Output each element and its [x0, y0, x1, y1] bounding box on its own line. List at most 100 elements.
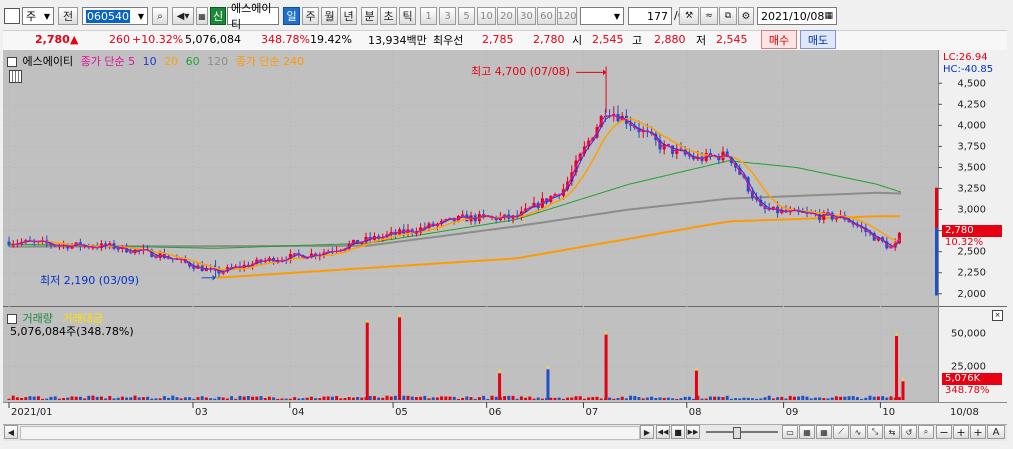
date-input[interactable]: 2021/10/08 ▦ — [757, 7, 837, 25]
volume-bar — [162, 396, 166, 400]
interval-30-button[interactable]: 30 — [517, 7, 536, 25]
reset-button[interactable]: ↺ — [901, 425, 917, 439]
volume-bar — [305, 397, 309, 400]
compare-button[interactable]: ⇆ — [884, 425, 900, 439]
lc-value: LC:26.94 — [943, 52, 988, 63]
chart-toggle-icon[interactable] — [9, 70, 22, 83]
interval-20-button[interactable]: 20 — [497, 7, 516, 25]
settings-button[interactable]: ⚙ — [738, 7, 754, 25]
period-day-button[interactable]: 일 — [283, 7, 300, 25]
zoom-slider-thumb[interactable] — [733, 427, 741, 439]
volume-bar — [200, 396, 204, 400]
volume-bar — [717, 396, 721, 400]
volume-bar — [351, 397, 355, 400]
settings-tool-button[interactable]: ⚒ — [679, 7, 699, 25]
legend-settings-icon[interactable] — [7, 57, 17, 67]
speaker-button[interactable]: ◀▾ — [172, 7, 194, 25]
line-type-button[interactable]: ▦ — [799, 425, 815, 439]
volume-bar — [419, 396, 423, 400]
volume-bar — [528, 396, 532, 400]
copy-button[interactable]: ⧉ — [719, 7, 737, 25]
volume-spike-bar — [895, 336, 899, 400]
volume-panel-close-icon[interactable]: × — [992, 310, 1003, 321]
stock-chart[interactable]: 4,5004,2504,0003,7503,5003,2503,0002,750… — [3, 50, 1007, 422]
volume-bar — [494, 396, 498, 400]
volume-bar — [322, 396, 326, 400]
wave-button[interactable]: ∿ — [850, 425, 866, 439]
period-year-button[interactable]: 년 — [340, 7, 357, 25]
chart-style-button[interactable]: ≈ — [700, 7, 718, 25]
volume-bar — [452, 396, 456, 400]
forward-button[interactable]: ▶▶ — [686, 425, 700, 439]
search-button[interactable]: ⌕ — [152, 7, 168, 25]
candle-type-button[interactable]: ▭ — [782, 425, 798, 439]
market-type-select[interactable]: 주 ▼ — [22, 7, 54, 25]
volume-bar — [410, 396, 414, 400]
grid-button[interactable]: ▦ — [196, 7, 208, 25]
period-second-button[interactable]: 초 — [380, 7, 397, 25]
volume-bar — [267, 396, 271, 400]
scroll-right-button[interactable]: ▶ — [640, 425, 654, 439]
legend-ma10: 10 — [142, 55, 157, 68]
volume-bar — [192, 398, 196, 400]
volume-bar — [490, 395, 494, 400]
count-field[interactable]: 177 — [628, 7, 672, 25]
period-tick-button[interactable]: 틱 — [399, 7, 416, 25]
period-week-label: 주 — [305, 10, 316, 23]
date-tick-label: 05 — [395, 407, 408, 418]
interval-label: 60 — [540, 10, 553, 22]
compare-icon: ⇆ — [888, 427, 896, 437]
turnover-pct: 19.42% — [310, 33, 352, 46]
fit-button[interactable]: ⤡ — [867, 425, 883, 439]
volume-bar — [612, 398, 616, 400]
volume-bar — [687, 396, 691, 400]
interval-60-button[interactable]: 60 — [537, 7, 556, 25]
font-size-button[interactable]: A — [987, 425, 1005, 439]
price-legend: 에스에이티 종가 단순 5 10 20 60 120 종가 단순 240 — [7, 53, 304, 69]
window-menu-icon[interactable] — [4, 8, 20, 24]
volume-bar — [801, 395, 805, 400]
interval-5-button[interactable]: 5 — [458, 7, 475, 25]
current-pct-tag: 10.32% — [945, 237, 984, 248]
period-week-button[interactable]: 주 — [302, 7, 319, 25]
chart-panel[interactable]: 4,5004,2504,0003,7503,5003,2503,0002,750… — [3, 50, 1007, 422]
volume-bar — [662, 397, 666, 400]
trend-button[interactable]: ⟋ — [833, 425, 849, 439]
volume-bar — [822, 398, 826, 400]
zoom-in-more-button[interactable]: + — [970, 425, 986, 439]
custom-interval-select[interactable]: ▼ — [580, 7, 624, 25]
prefix-button[interactable]: 전 — [58, 7, 78, 25]
volume-bar — [477, 397, 481, 400]
volume-bar — [78, 396, 82, 400]
period-minute-button[interactable]: 분 — [361, 7, 378, 25]
search-chart-button[interactable]: ⌕ — [918, 425, 934, 439]
volume-bar — [818, 397, 822, 400]
stop-button[interactable]: ■ — [671, 425, 685, 439]
volume-bar — [595, 396, 599, 400]
volume-panel-bg — [3, 307, 938, 402]
interval-3-button[interactable]: 3 — [439, 7, 456, 25]
interval-1-button[interactable]: 1 — [420, 7, 437, 25]
new-tag[interactable]: 신 — [210, 7, 226, 25]
interval-10-button[interactable]: 10 — [477, 7, 496, 25]
up-arrow-icon: ▲ — [70, 33, 79, 46]
volume-bar — [830, 397, 834, 400]
volume-bar — [217, 396, 221, 400]
stock-code-input[interactable]: 060540 ▼ — [82, 7, 148, 25]
volume-bar — [116, 397, 120, 400]
zoom-in-button[interactable]: + — [953, 425, 969, 439]
period-month-button[interactable]: 월 — [321, 7, 338, 25]
volume-bar — [767, 395, 771, 400]
volume-bar — [788, 395, 792, 400]
volume-bar — [167, 397, 171, 400]
scrollbar-track[interactable] — [20, 426, 640, 440]
interval-120-button[interactable]: 120 — [557, 7, 577, 25]
scroll-left-button[interactable]: ◀ — [4, 425, 18, 439]
buy-button[interactable]: 매수 — [761, 30, 797, 49]
volume-bar — [230, 396, 234, 400]
rewind-button[interactable]: ◀◀ — [656, 425, 670, 439]
zoom-slider[interactable] — [706, 431, 778, 433]
bar-type-button[interactable]: ▦ — [816, 425, 832, 439]
sell-button[interactable]: 매도 — [800, 30, 836, 49]
zoom-out-button[interactable]: − — [936, 425, 952, 439]
